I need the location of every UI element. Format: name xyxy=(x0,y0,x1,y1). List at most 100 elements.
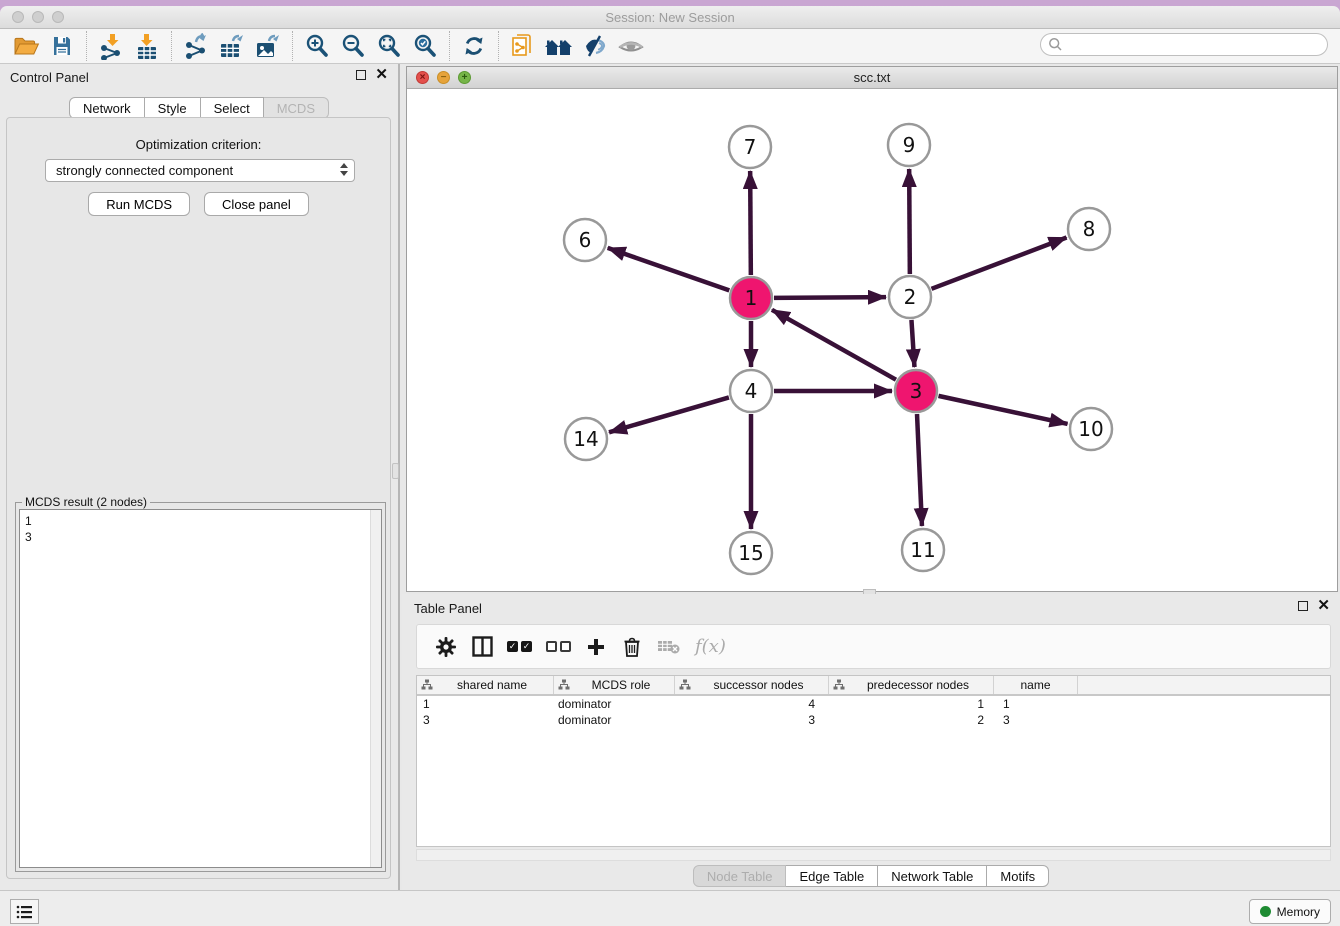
import-table-icon[interactable] xyxy=(129,31,165,61)
edge-2-9[interactable] xyxy=(909,169,910,274)
graph-node-4[interactable]: 4 xyxy=(730,370,772,412)
table-panel-title: Table Panel xyxy=(414,601,482,616)
graph-node-2[interactable]: 2 xyxy=(889,276,931,318)
graph-node-15[interactable]: 15 xyxy=(730,532,772,574)
graph-node-9[interactable]: 9 xyxy=(888,124,930,166)
table-cell[interactable]: 1 xyxy=(994,696,1078,712)
close-table-panel-icon[interactable]: ✕ xyxy=(1317,600,1330,612)
style-preview-icon[interactable] xyxy=(577,31,613,61)
edge-4-14[interactable] xyxy=(609,397,729,432)
zoom-fit-icon[interactable] xyxy=(371,31,407,61)
graph-node-8[interactable]: 8 xyxy=(1068,208,1110,250)
table-cell[interactable]: dominator xyxy=(554,696,675,712)
table-cell[interactable]: 3 xyxy=(994,712,1078,728)
export-image-icon[interactable] xyxy=(250,31,286,61)
mcds-panel: Optimization criterion: strongly connect… xyxy=(6,117,391,879)
svg-text:10: 10 xyxy=(1078,417,1103,441)
tab-network-table[interactable]: Network Table xyxy=(878,865,987,887)
table-cell[interactable]: 1 xyxy=(829,696,994,712)
search-input[interactable] xyxy=(1063,37,1313,53)
eye-icon[interactable] xyxy=(613,31,649,61)
tab-node-table[interactable]: Node Table xyxy=(693,865,787,887)
table-header-row: shared name MCDS rolesuccessor nodesprede… xyxy=(417,676,1330,696)
tab-edge-table[interactable]: Edge Table xyxy=(786,865,878,887)
export-table-icon[interactable] xyxy=(214,31,250,61)
unselect-all-columns-icon[interactable] xyxy=(546,632,571,662)
result-scrollbar[interactable] xyxy=(370,510,381,867)
zoom-out-icon[interactable] xyxy=(335,31,371,61)
select-all-columns-icon[interactable]: ✓✓ xyxy=(507,632,532,662)
table-cell[interactable]: 3 xyxy=(675,712,829,728)
network-window-titlebar[interactable]: × − + scc.txt xyxy=(407,67,1337,89)
graph-node-11[interactable]: 11 xyxy=(902,529,944,571)
table-cell[interactable]: 1 xyxy=(417,696,554,712)
tab-select[interactable]: Select xyxy=(201,97,264,119)
edge-3-10[interactable] xyxy=(938,396,1067,424)
function-builder-icon-disabled: f(x) xyxy=(695,632,726,662)
graph-node-14[interactable]: 14 xyxy=(565,418,607,460)
main-titlebar[interactable]: Session: New Session xyxy=(0,6,1340,29)
table-row[interactable]: 1dominator411 xyxy=(417,696,1330,712)
graph-node-3[interactable]: 3 xyxy=(895,370,937,412)
zoom-in-icon[interactable] xyxy=(299,31,335,61)
mcds-result-text[interactable]: 1 3 xyxy=(19,509,382,868)
tab-network[interactable]: Network xyxy=(69,97,145,119)
tab-mcds[interactable]: MCDS xyxy=(264,97,329,119)
criterion-value: strongly connected component xyxy=(56,163,233,178)
memory-button[interactable]: Memory xyxy=(1249,899,1331,924)
edge-1-7[interactable] xyxy=(750,171,751,275)
home-icon[interactable] xyxy=(541,31,577,61)
delete-column-icon[interactable] xyxy=(621,632,643,662)
graph-node-6[interactable]: 6 xyxy=(564,219,606,261)
close-panel-button[interactable]: Close panel xyxy=(204,192,309,216)
float-panel-icon[interactable] xyxy=(356,70,366,80)
column-header-successor-nodes[interactable]: successor nodes xyxy=(675,676,829,694)
tab-style[interactable]: Style xyxy=(145,97,201,119)
table-cell[interactable]: dominator xyxy=(554,712,675,728)
table-cell[interactable]: 4 xyxy=(675,696,829,712)
table-hscrollbar[interactable] xyxy=(416,849,1331,861)
refresh-icon[interactable] xyxy=(456,31,492,61)
graph-node-1[interactable]: 1 xyxy=(730,277,772,319)
node-table[interactable]: shared name MCDS rolesuccessor nodesprede… xyxy=(416,675,1331,847)
column-header-predecessor-nodes[interactable]: predecessor nodes xyxy=(829,676,994,694)
edge-2-8[interactable] xyxy=(932,238,1067,289)
table-row[interactable]: 3dominator323 xyxy=(417,712,1330,728)
export-network-icon[interactable] xyxy=(178,31,214,61)
close-panel-icon[interactable]: ✕ xyxy=(375,69,388,81)
table-toolbar: ✓✓ f(x) xyxy=(416,624,1331,669)
control-panel: Control Panel ✕ Network Style Select MCD… xyxy=(0,64,400,890)
tab-motifs[interactable]: Motifs xyxy=(987,865,1049,887)
task-history-button[interactable] xyxy=(10,899,39,924)
zoom-selected-icon[interactable] xyxy=(407,31,443,61)
save-session-icon[interactable] xyxy=(44,31,80,61)
svg-text:14: 14 xyxy=(573,427,598,451)
search-field[interactable] xyxy=(1040,33,1328,56)
table-cell[interactable]: 2 xyxy=(829,712,994,728)
criterion-dropdown[interactable]: strongly connected component xyxy=(45,159,355,182)
column-header-MCDS-role[interactable]: MCDS role xyxy=(554,676,675,694)
column-label: shared name xyxy=(435,678,549,692)
dropdown-spinner-icon xyxy=(340,163,348,176)
edge-2-3[interactable] xyxy=(911,320,914,367)
run-mcds-button[interactable]: Run MCDS xyxy=(88,192,190,216)
edge-1-2[interactable] xyxy=(774,297,886,298)
import-network-icon[interactable] xyxy=(93,31,129,61)
graph-node-10[interactable]: 10 xyxy=(1070,408,1112,450)
clone-network-icon[interactable] xyxy=(505,31,541,61)
graph-node-7[interactable]: 7 xyxy=(729,126,771,168)
edge-3-11[interactable] xyxy=(917,414,922,526)
column-header-name[interactable]: name xyxy=(994,676,1078,694)
add-column-icon[interactable] xyxy=(585,632,607,662)
edge-1-6[interactable] xyxy=(608,248,730,290)
optimization-criterion-label: Optimization criterion: xyxy=(7,137,390,152)
table-cell[interactable]: 3 xyxy=(417,712,554,728)
float-table-panel-icon[interactable] xyxy=(1298,601,1308,611)
column-header-shared-name[interactable]: shared name xyxy=(417,676,554,694)
network-canvas[interactable]: 7 9 6 8 1 2 4 3 14 10 15 11 xyxy=(407,89,1337,591)
show-columns-icon[interactable] xyxy=(471,632,493,662)
edge-3-1[interactable] xyxy=(772,310,896,380)
open-file-icon[interactable] xyxy=(8,31,44,61)
panel-splitter-handle[interactable] xyxy=(392,463,399,479)
table-settings-gear-icon[interactable] xyxy=(435,632,457,662)
